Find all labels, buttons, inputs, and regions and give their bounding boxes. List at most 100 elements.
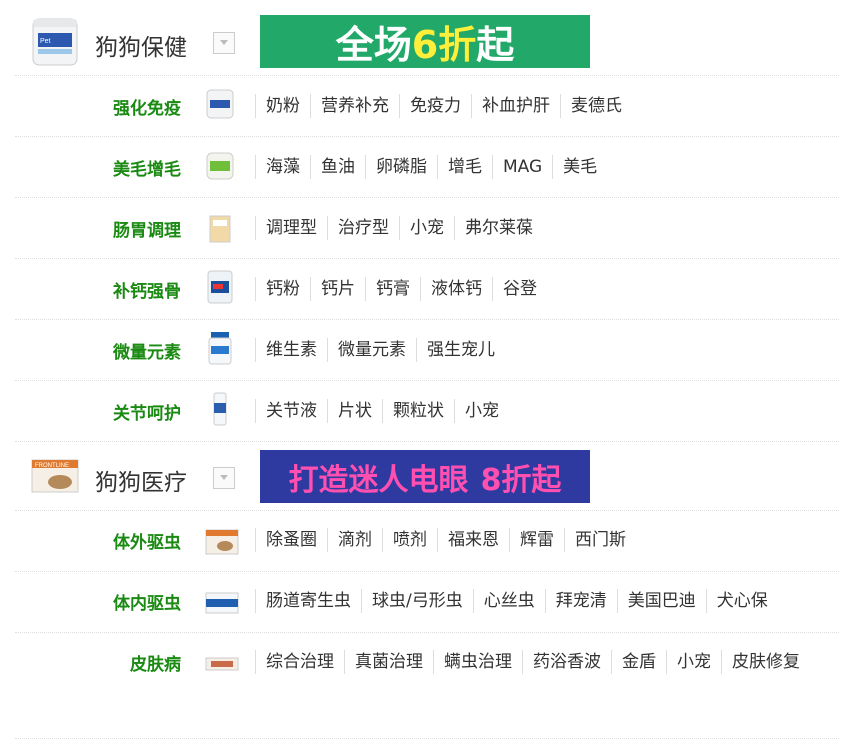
link-item[interactable]: 钙片 [310,277,365,301]
link-item[interactable]: 螨虫治理 [433,650,522,674]
link-item[interactable]: 除蚤圈 [255,528,327,552]
category-label[interactable]: 体外驱虫 [113,528,181,553]
category-label[interactable]: 体内驱虫 [113,589,181,614]
category-label[interactable]: 肠胃调理 [113,216,181,241]
link-item[interactable]: 西门斯 [564,528,636,552]
link-item[interactable]: 鱼油 [310,155,365,179]
divider [15,258,839,259]
link-item[interactable]: 维生素 [255,338,327,362]
divider [15,571,839,572]
link-item[interactable]: 关节液 [255,399,327,423]
product-thumbnail[interactable] [205,391,235,427]
product-thumbnail[interactable] [205,210,235,246]
link-item[interactable]: 金盾 [611,650,666,674]
link-item[interactable]: 心丝虫 [472,589,545,613]
link-item[interactable]: 补血护肝 [471,94,560,118]
category-label[interactable]: 补钙强骨 [113,277,181,302]
link-item[interactable]: 钙膏 [365,277,420,301]
link-item[interactable]: 小宠 [666,650,721,674]
link-item[interactable]: 药浴香波 [522,650,611,674]
link-item[interactable]: 谷登 [492,277,547,301]
link-item[interactable]: 小宠 [454,399,509,423]
link-item[interactable]: 微量元素 [327,338,416,362]
divider [15,319,839,320]
product-thumbnail[interactable] [205,646,239,682]
link-list: 关节液 片状 颗粒状 小宠 [255,399,839,444]
category-label[interactable]: 微量元素 [113,338,181,363]
link-item[interactable]: 奶粉 [255,94,310,118]
product-thumbnail[interactable] [205,524,239,560]
link-list: 调理型 治疗型 小宠 弗尔莱葆 [255,216,839,261]
link-item[interactable]: 强生宠儿 [416,338,505,362]
link-item[interactable]: 卵磷脂 [365,155,437,179]
divider [15,75,839,76]
divider [15,380,839,381]
category-label[interactable]: 美毛增毛 [113,155,181,180]
link-item[interactable]: 海藻 [255,155,310,179]
banner-text: 打造迷人电眼 [288,462,469,498]
link-item[interactable]: 麦德氏 [560,94,632,118]
link-item[interactable]: 小宠 [399,216,454,240]
link-item[interactable]: 球虫/弓形虫 [361,589,473,613]
divider [15,441,839,442]
link-list: 奶粉 营养补充 免疫力 补血护肝 麦德氏 [255,94,839,139]
link-list: 肠道寄生虫 球虫/弓形虫 心丝虫 拜宠清 美国巴迪 犬心保 [255,589,839,634]
link-item[interactable]: 美国巴迪 [616,589,706,613]
svg-text:Pet: Pet [40,38,51,45]
link-item[interactable]: 调理型 [255,216,327,240]
link-item[interactable]: 治疗型 [327,216,399,240]
category-label[interactable]: 强化免疫 [113,94,181,119]
link-item[interactable]: 营养补充 [310,94,399,118]
chevron-down-icon[interactable] [213,32,235,54]
link-item[interactable]: 滴剂 [327,528,382,552]
divider [15,197,839,198]
link-list: 维生素 微量元素 强生宠儿 [255,338,839,383]
chevron-down-icon[interactable] [213,467,235,489]
link-item[interactable]: 液体钙 [420,277,492,301]
link-item[interactable]: 片状 [327,399,382,423]
product-thumbnail[interactable] [205,86,235,122]
link-item[interactable]: 美毛 [552,155,607,179]
product-thumbnail[interactable] [205,585,239,621]
divider [15,510,839,511]
health-product-thumbnail[interactable]: Pet [30,13,80,69]
promo-banner[interactable]: 全场 6折 起 [260,15,590,68]
link-list: 综合治理 真菌治理 螨虫治理 药浴香波 金盾 小宠 皮肤修复 [255,650,839,695]
product-thumbnail[interactable] [205,269,235,305]
link-item[interactable]: 增毛 [437,155,492,179]
product-thumbnail[interactable] [205,147,235,183]
category-label[interactable]: 关节呵护 [113,399,181,424]
section-header-medical: FRONTLINE 狗狗医疗 打造迷人电眼 8折起 [15,448,839,509]
link-item[interactable]: 拜宠清 [544,589,617,613]
link-item[interactable]: MAG [492,155,552,179]
divider [15,136,839,137]
link-list: 海藻 鱼油 卵磷脂 增毛 MAG 美毛 [255,155,839,200]
link-item[interactable]: 辉雷 [509,528,564,552]
link-item[interactable]: 免疫力 [399,94,471,118]
divider [15,632,839,633]
link-item[interactable]: 弗尔莱葆 [454,216,543,240]
link-list: 钙粉 钙片 钙膏 液体钙 谷登 [255,277,839,322]
link-item[interactable]: 颗粒状 [382,399,454,423]
link-item[interactable]: 真菌治理 [344,650,433,674]
link-item[interactable]: 犬心保 [705,589,778,613]
medical-product-thumbnail[interactable]: FRONTLINE [30,456,80,496]
link-item[interactable]: 皮肤修复 [721,650,810,674]
banner-text-suffix: 起 [476,23,515,67]
section-title[interactable]: 狗狗保健 [95,28,187,62]
link-item[interactable]: 综合治理 [255,650,344,674]
link-item[interactable]: 喷剂 [382,528,437,552]
banner-highlight: 6折 [411,23,477,67]
link-item[interactable]: 钙粉 [255,277,310,301]
link-list: 除蚤圈 滴剂 喷剂 福来恩 辉雷 西门斯 [255,528,839,573]
svg-text:FRONTLINE: FRONTLINE [35,463,69,469]
link-item[interactable]: 肠道寄生虫 [255,589,361,613]
section-header-health: Pet 狗狗保健 全场 6折 起 [15,13,839,74]
product-thumbnail[interactable] [205,330,235,366]
banner-text: 全场 [335,23,412,67]
category-label[interactable]: 皮肤病 [130,650,181,675]
banner-highlight: 8折起 [480,462,562,498]
section-title[interactable]: 狗狗医疗 [95,463,187,497]
link-item[interactable]: 福来恩 [437,528,509,552]
promo-banner[interactable]: 打造迷人电眼 8折起 [260,450,590,503]
